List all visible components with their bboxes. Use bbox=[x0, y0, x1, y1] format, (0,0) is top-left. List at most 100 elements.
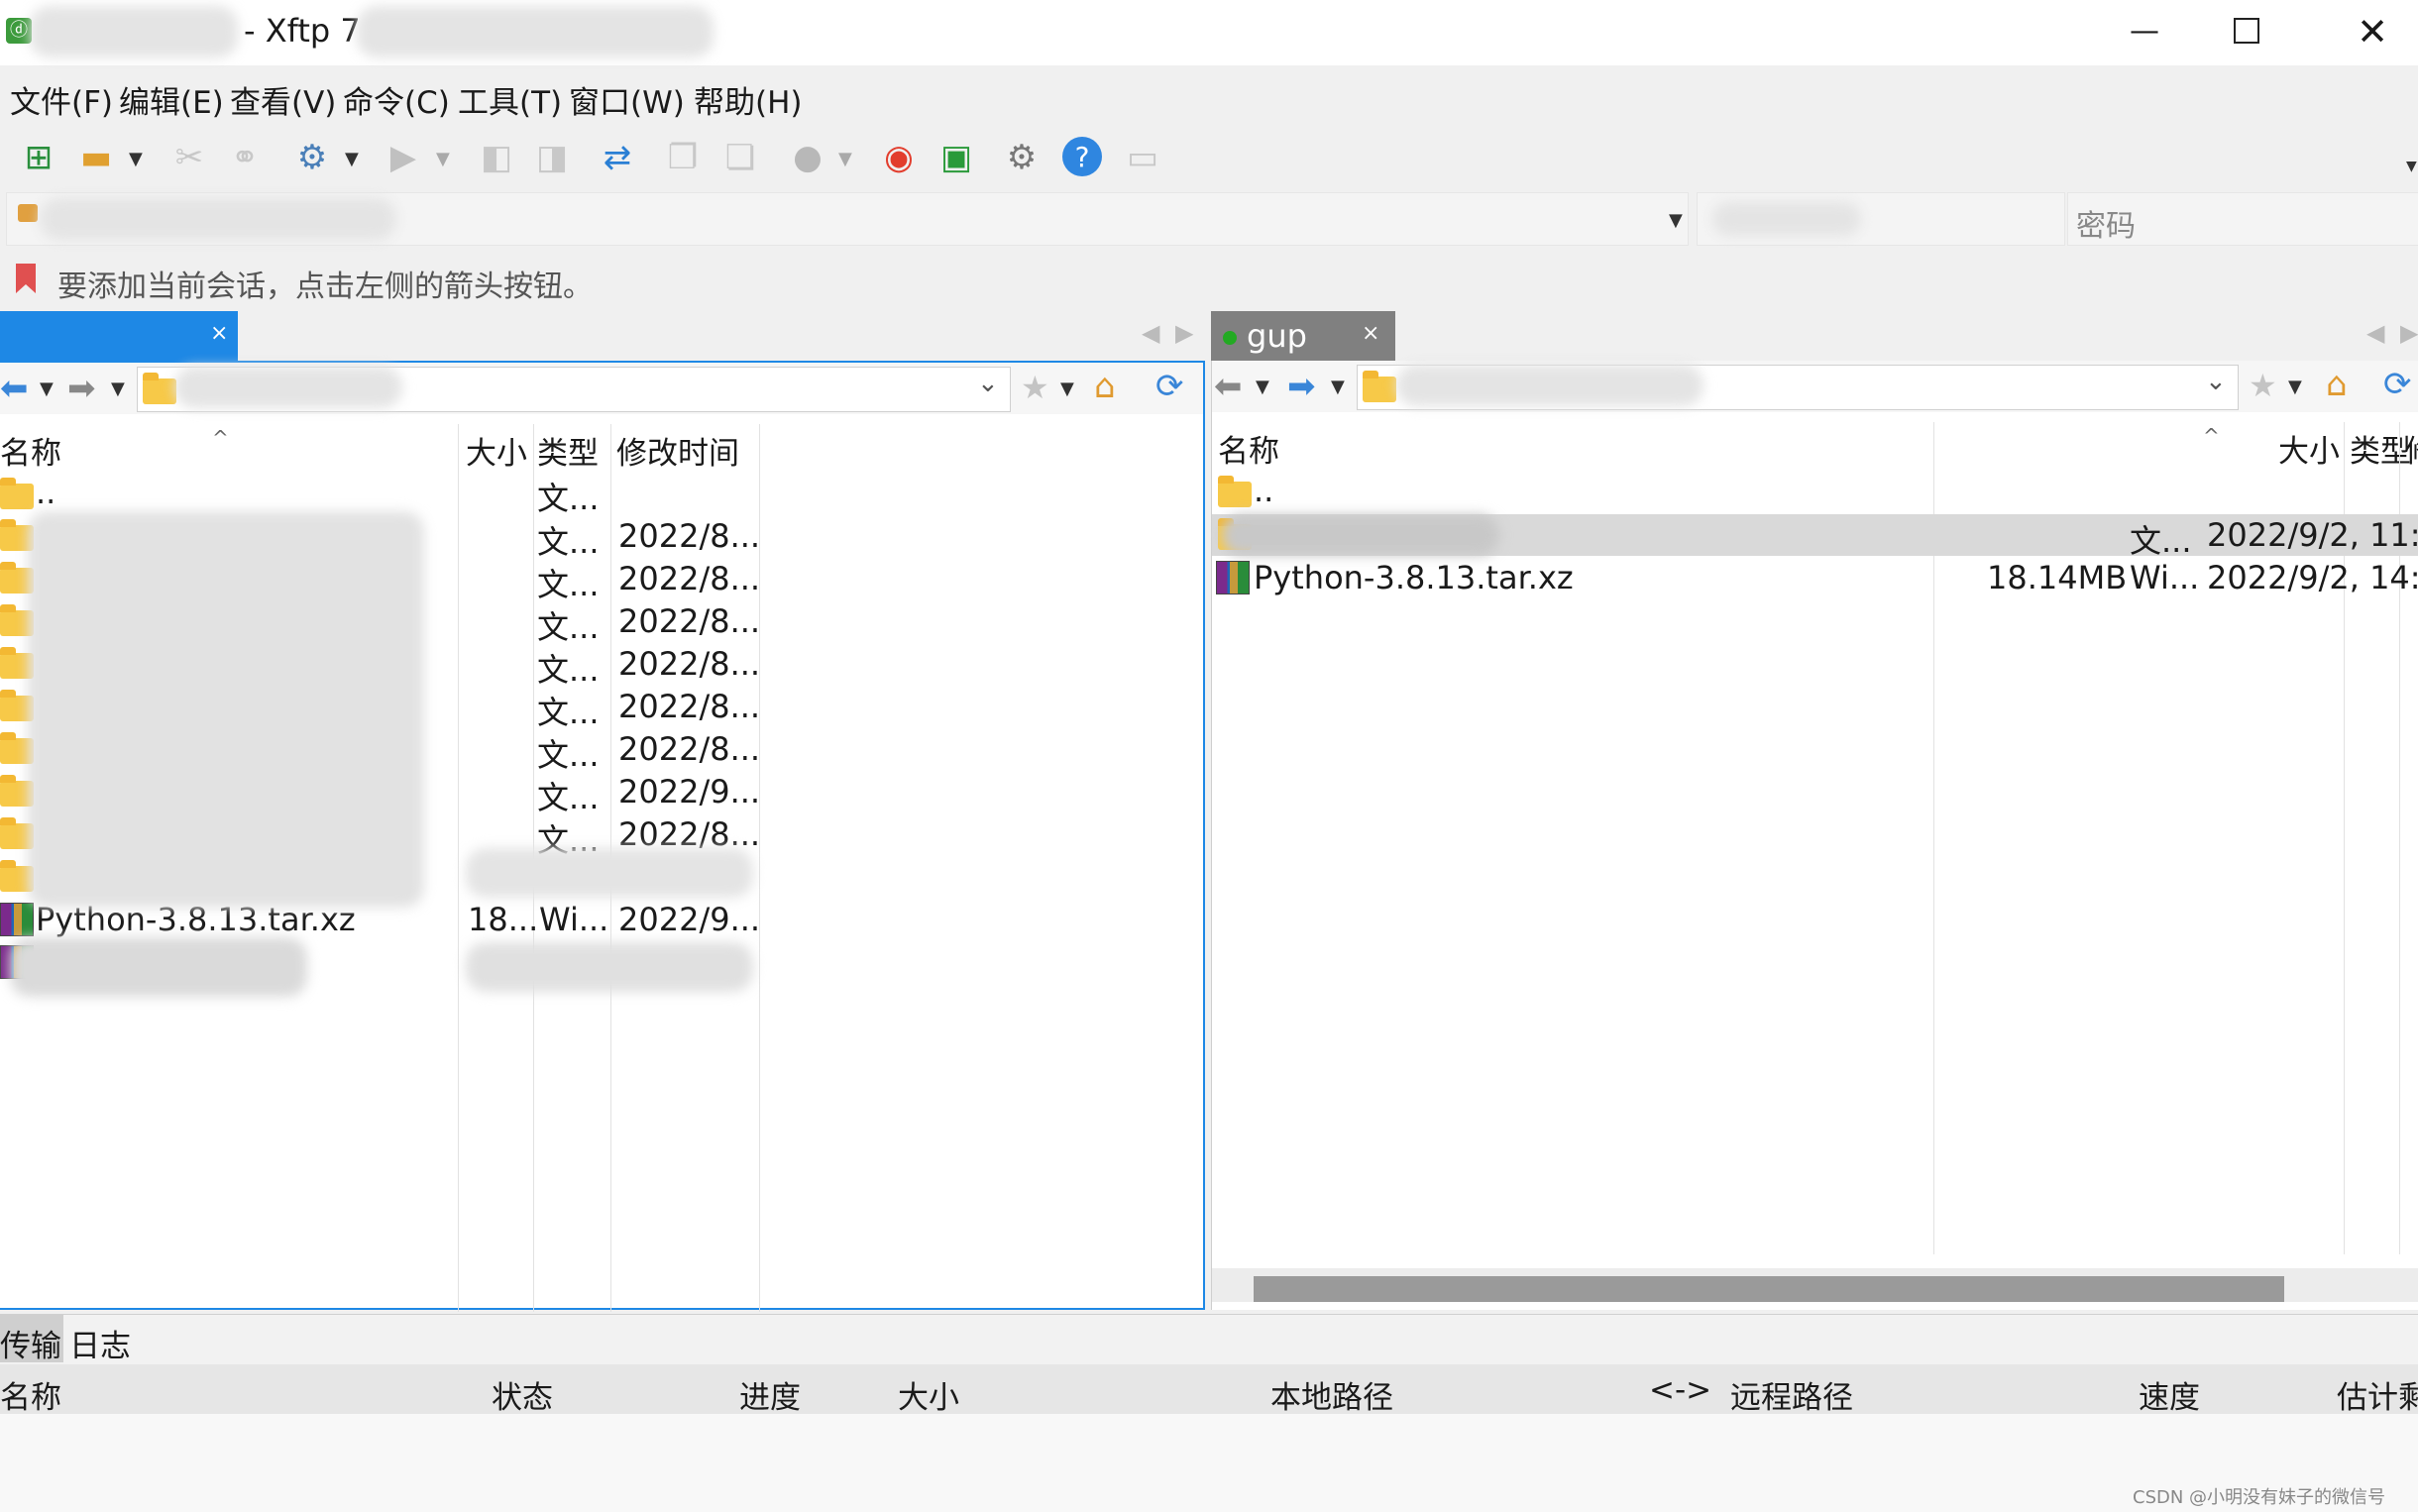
paste-icon[interactable]: ❏ bbox=[717, 135, 763, 180]
menu-tools[interactable]: 工具(T) bbox=[458, 77, 562, 122]
left-path-folder-icon bbox=[143, 373, 176, 404]
new-session-settings-icon[interactable]: ⚙ bbox=[289, 135, 335, 180]
transfer-col-size[interactable]: 大小 bbox=[898, 1372, 959, 1417]
menu-command[interactable]: 命令(C) bbox=[343, 77, 450, 122]
redacted-file-names-2 bbox=[10, 937, 307, 997]
right-col-name[interactable]: 名称 bbox=[1218, 426, 1279, 471]
menu-view[interactable]: 查看(V) bbox=[230, 77, 336, 122]
settings-dropdown-icon[interactable]: ▼ bbox=[345, 149, 359, 169]
right-tab-close-button[interactable]: × bbox=[1362, 321, 1379, 346]
lock-icon bbox=[18, 204, 38, 222]
menu-help[interactable]: 帮助(H) bbox=[694, 77, 803, 122]
right-tab-strip: gup × ◀ ▶ bbox=[1211, 311, 2418, 361]
left-col-type[interactable]: 类型 bbox=[537, 428, 599, 473]
left-tab-close-button[interactable]: × bbox=[210, 321, 228, 346]
toolbar-overflow-icon[interactable]: ▼ bbox=[2406, 159, 2417, 174]
xftp-icon[interactable]: ▣ bbox=[934, 135, 979, 180]
close-button[interactable]: ✕ bbox=[2349, 8, 2396, 55]
file-modified: 2022/8... bbox=[618, 560, 761, 597]
right-forward-icon[interactable]: ➡ bbox=[1287, 367, 1316, 406]
right-bookmark-dropdown-icon[interactable]: ▼ bbox=[2288, 377, 2302, 397]
redacted-address bbox=[40, 198, 396, 240]
record-icon[interactable]: ● bbox=[785, 135, 830, 180]
transfer-left-icon[interactable]: ◧ bbox=[474, 135, 519, 180]
menu-window[interactable]: 窗口(W) bbox=[569, 77, 685, 122]
settings-gear-icon[interactable]: ⚙ bbox=[999, 135, 1044, 180]
right-tab-scroll-left-icon[interactable]: ◀ bbox=[2366, 319, 2384, 347]
left-path-dropdown-icon[interactable]: ⌄ bbox=[977, 369, 999, 398]
left-session-tab[interactable] bbox=[0, 311, 238, 361]
transfer-right-icon[interactable]: ◨ bbox=[529, 135, 575, 180]
file-modified: 2022/8... bbox=[618, 645, 761, 683]
right-bookmark-star-icon[interactable]: ★ bbox=[2249, 367, 2277, 404]
right-horizontal-scrollbar[interactable] bbox=[1212, 1268, 2418, 1302]
transfer-col-direction[interactable]: <-> bbox=[1649, 1372, 1711, 1408]
play-dropdown-icon[interactable]: ▼ bbox=[436, 149, 450, 169]
chat-icon[interactable]: ▭ bbox=[1120, 135, 1165, 180]
left-back-dropdown-icon[interactable]: ▼ bbox=[40, 378, 54, 399]
sync-icon[interactable]: ⇄ bbox=[595, 135, 640, 180]
right-path-dropdown-icon[interactable]: ⌄ bbox=[2205, 367, 2227, 396]
left-tab-scroll-left-icon[interactable]: ◀ bbox=[1142, 319, 1159, 347]
transfer-col-remote-path[interactable]: 远程路径 bbox=[1730, 1372, 1853, 1417]
right-home-icon[interactable]: ⌂ bbox=[2326, 365, 2348, 404]
copy-icon[interactable]: ❐ bbox=[660, 135, 706, 180]
left-refresh-icon[interactable]: ⟳ bbox=[1155, 367, 1184, 406]
connection-status-dot bbox=[1223, 331, 1237, 345]
transfer-col-status[interactable]: 状态 bbox=[492, 1372, 553, 1417]
app-logo-icon: ⓓ bbox=[6, 18, 32, 44]
file-name: .. bbox=[36, 474, 56, 511]
password-field[interactable]: 密码 bbox=[2067, 192, 2418, 246]
table-row-selected[interactable]: 文... 2022/9/2, 11:3 bbox=[1212, 514, 2418, 560]
scrollbar-thumb[interactable] bbox=[1254, 1276, 2284, 1302]
transfer-col-eta[interactable]: 估计剩 bbox=[2337, 1372, 2418, 1417]
left-forward-icon[interactable]: ➡ bbox=[67, 369, 96, 408]
file-type: 文... bbox=[2130, 522, 2192, 560]
xshell-icon[interactable]: ◉ bbox=[876, 135, 922, 180]
menu-file[interactable]: 文件(F) bbox=[10, 77, 113, 122]
open-dropdown-icon[interactable]: ▼ bbox=[129, 149, 143, 169]
tab-transfer[interactable]: 传输 bbox=[0, 1315, 63, 1364]
file-modified: 2022/8... bbox=[618, 730, 761, 768]
left-back-icon[interactable]: ⬅ bbox=[0, 369, 29, 408]
right-forward-dropdown-icon[interactable]: ▼ bbox=[1331, 377, 1345, 397]
transfer-col-progress[interactable]: 进度 bbox=[739, 1372, 801, 1417]
right-tab-scroll-right-icon[interactable]: ▶ bbox=[2400, 319, 2418, 347]
reconnect-icon[interactable]: ⚭ bbox=[222, 135, 268, 180]
right-col-size[interactable]: 大小 bbox=[2278, 426, 2340, 471]
new-session-icon[interactable]: ⊞ bbox=[16, 135, 61, 180]
maximize-button[interactable] bbox=[2234, 18, 2259, 44]
left-col-size[interactable]: 大小 bbox=[466, 428, 527, 473]
menu-edit[interactable]: 编辑(E) bbox=[119, 77, 224, 122]
table-row[interactable]: Python-3.8.13.tar.xz 18.14MB Wi... 2022/… bbox=[1212, 557, 2418, 598]
disconnect-icon[interactable]: ✂ bbox=[166, 135, 212, 180]
transfer-col-name[interactable]: 名称 bbox=[0, 1372, 61, 1417]
redacted-session-name bbox=[30, 6, 238, 57]
help-icon[interactable]: ? bbox=[1062, 137, 1102, 176]
left-col-name[interactable]: 名称 bbox=[0, 428, 61, 473]
play-icon[interactable]: ▶ bbox=[381, 135, 426, 180]
transfer-col-speed[interactable]: 速度 bbox=[2139, 1372, 2200, 1417]
table-row[interactable]: .. bbox=[1212, 472, 2418, 513]
record-dropdown-icon[interactable]: ▼ bbox=[838, 149, 852, 169]
left-forward-dropdown-icon[interactable]: ▼ bbox=[111, 378, 125, 399]
open-folder-icon[interactable]: ▬ bbox=[73, 135, 119, 180]
left-home-icon[interactable]: ⌂ bbox=[1094, 367, 1116, 406]
left-tab-scroll-right-icon[interactable]: ▶ bbox=[1175, 319, 1193, 347]
minimize-button[interactable]: — bbox=[2121, 10, 2168, 54]
file-type: 文... bbox=[537, 736, 600, 774]
right-col-modified[interactable]: 修改时间 bbox=[2405, 426, 2418, 471]
right-refresh-icon[interactable]: ⟳ bbox=[2383, 365, 2412, 404]
right-col-type[interactable]: 类型 bbox=[2350, 426, 2411, 471]
right-back-icon[interactable]: ⬅ bbox=[1214, 367, 1243, 406]
left-bookmark-star-icon[interactable]: ★ bbox=[1021, 369, 1049, 406]
redacted-left-path bbox=[174, 367, 402, 408]
left-col-modified[interactable]: 修改时间 bbox=[616, 428, 739, 473]
left-bookmark-dropdown-icon[interactable]: ▼ bbox=[1060, 378, 1074, 399]
tab-log[interactable]: 日志 bbox=[65, 1315, 135, 1364]
address-dropdown-icon[interactable]: ▼ bbox=[1669, 210, 1683, 231]
right-back-dropdown-icon[interactable]: ▼ bbox=[1256, 377, 1269, 397]
transfer-col-local-path[interactable]: 本地路径 bbox=[1270, 1372, 1393, 1417]
bookmark-arrow-icon[interactable] bbox=[16, 264, 36, 293]
table-row[interactable]: .. 文... bbox=[0, 474, 1203, 517]
